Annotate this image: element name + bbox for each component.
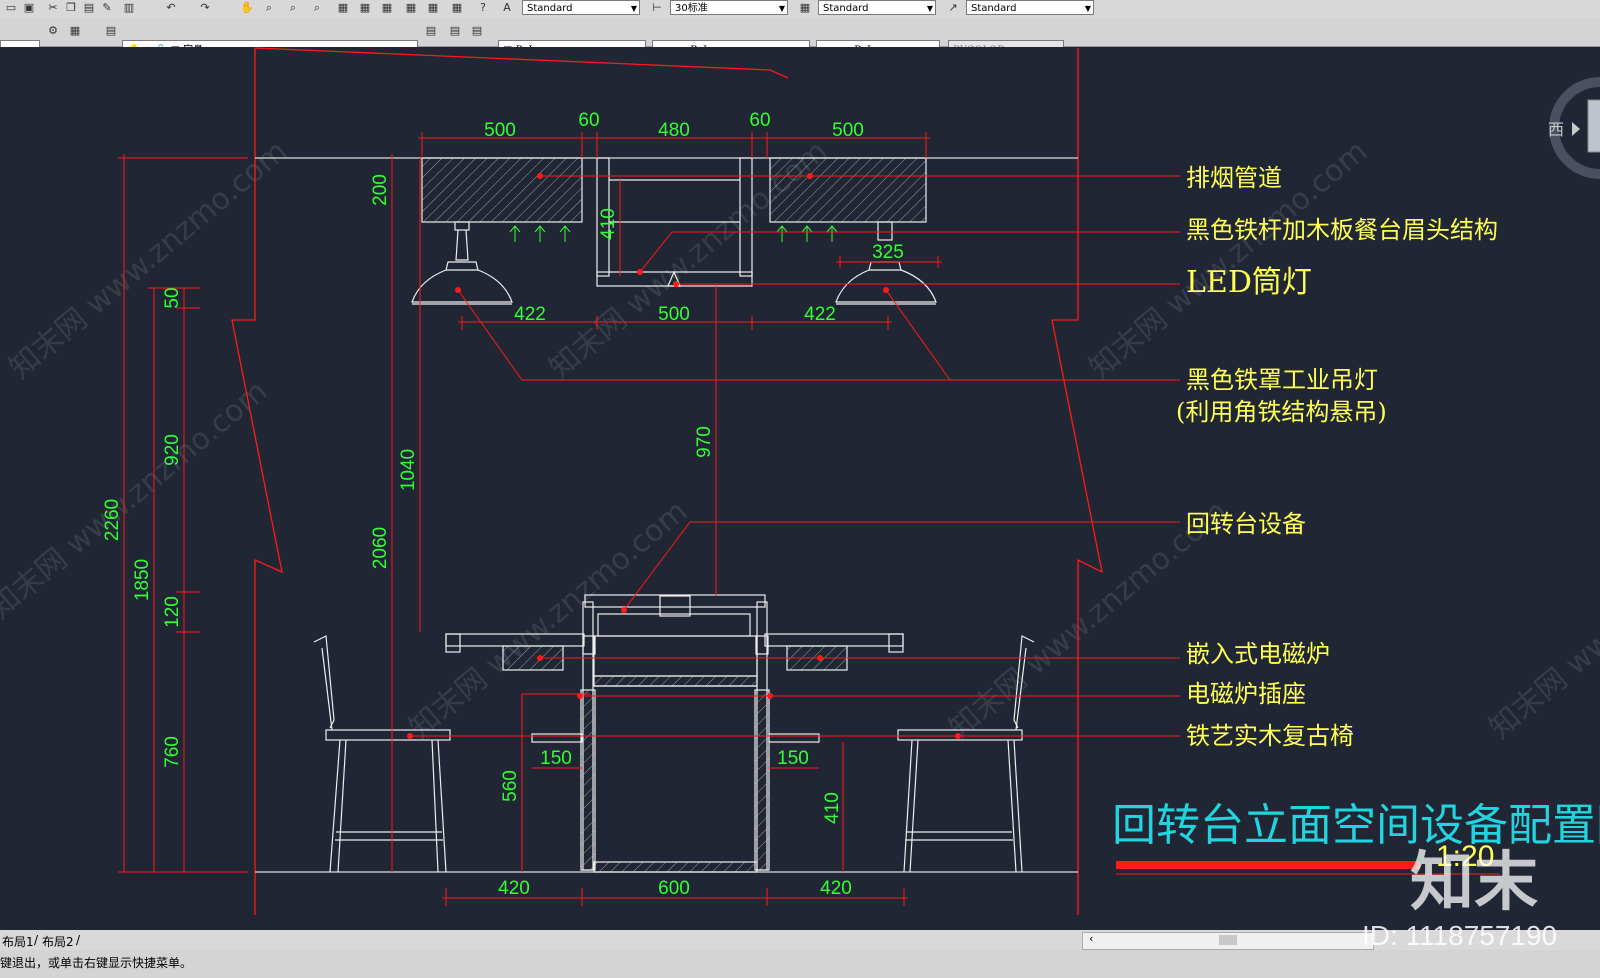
dim-mid-1: 422	[514, 304, 546, 325]
dim-2060: 2060	[370, 527, 391, 569]
label-pendant-lamp-note: (利用角铁结构悬吊)	[1176, 398, 1387, 426]
pan-icon[interactable]: ✋	[240, 1, 254, 15]
dim-top-3: 480	[658, 120, 690, 141]
label-induction-hob: 嵌入式电磁炉	[1186, 640, 1330, 668]
text-style-select[interactable]: Standard ▼	[522, 0, 640, 15]
layer-isolate-icon[interactable]: ▤	[470, 24, 484, 38]
dim-50: 50	[162, 287, 183, 308]
label-rotating-table: 回转台设备	[1186, 510, 1306, 538]
layout-tab-bar: 布局1 / 布局2 / ‹ ID: 1118757190	[0, 920, 1600, 951]
zoom-previous-icon[interactable]: ⌕	[310, 1, 324, 15]
dim-120: 120	[162, 596, 183, 628]
command-line[interactable]: 键退出，或单击右键显示快捷菜单。	[0, 950, 1600, 978]
dim-top-1: 500	[484, 120, 516, 141]
dim-2260: 2260	[102, 499, 123, 541]
dim-560: 560	[500, 770, 521, 802]
layer-manager-icon[interactable]: ▦	[68, 24, 82, 38]
drawing-title: 回转台立面空间设备配置图	[1112, 800, 1600, 851]
dim-style-icon[interactable]: ⊢	[650, 1, 664, 15]
multileader-style-select[interactable]: Standard ▼	[966, 0, 1094, 15]
tab-layout2[interactable]: 布局2	[42, 933, 74, 950]
markup-icon[interactable]: ▦	[426, 1, 440, 15]
undo-icon[interactable]: ↶	[164, 1, 178, 15]
cut-icon[interactable]: ✂	[46, 1, 60, 15]
table-style-value: Standard	[823, 3, 869, 14]
layer-state-icon[interactable]: ▤	[448, 24, 462, 38]
dim-760: 760	[162, 736, 183, 768]
drawing-canvas[interactable]: 知末网 www.znzmo.com 知末网 www.znzmo.com 知末网 …	[0, 47, 1600, 930]
multileader-style-value: Standard	[971, 3, 1017, 14]
paste-icon[interactable]: ▤	[82, 1, 96, 15]
dim-970: 970	[694, 426, 715, 458]
label-hob-socket: 电磁炉插座	[1186, 680, 1306, 708]
dim-1850: 1850	[132, 559, 153, 601]
horizontal-scrollbar[interactable]: ‹	[1082, 932, 1374, 950]
layer-properties-icon[interactable]: ▤	[104, 24, 118, 38]
text-style-value: Standard	[527, 3, 573, 14]
dim-410-bottom: 410	[822, 792, 843, 824]
save-icon[interactable]: ▣	[22, 1, 36, 15]
dim-bottom-3: 420	[820, 878, 852, 899]
dim-mid-3: 422	[804, 304, 836, 325]
scrollbar-thumb[interactable]	[1219, 935, 1237, 945]
standard-toolbar: ▭ ▣ ✂ ❐ ▤ ✎ ▥ ↶ ↷ ✋ ⌕ ⌕ ⌕ ▦ ▦ ▦ ▦ ▦ ▦ ? …	[0, 0, 1600, 19]
dim-style-select[interactable]: 30标准 ▼	[670, 0, 788, 15]
tool-palette-icon[interactable]: ▦	[380, 1, 394, 15]
command-prompt-text: 键退出，或单击右键显示快捷菜单。	[0, 956, 193, 970]
dim-mid-2: 500	[658, 304, 690, 325]
dim-top-2: 60	[578, 110, 599, 131]
properties-icon[interactable]: ▦	[336, 1, 350, 15]
dim-325: 325	[872, 242, 904, 263]
watermark-brand: 知末	[1410, 846, 1538, 920]
dim-bottom-1: 420	[498, 878, 530, 899]
label-pendant-lamp: 黑色铁罩工业吊灯	[1186, 366, 1378, 394]
watermark-id: ID: 1118757190	[1362, 920, 1558, 951]
dim-410-top: 410	[598, 208, 619, 240]
label-led-downlight: LED筒灯	[1186, 265, 1312, 300]
zoom-realtime-icon[interactable]: ⌕	[262, 1, 276, 15]
label-bulkhead: 黑色铁杆加木板餐台眉头结构	[1186, 216, 1498, 244]
dim-style-value: 30标准	[675, 3, 708, 14]
open-icon[interactable]: ▭	[4, 1, 18, 15]
table-style-icon[interactable]: ▦	[798, 1, 812, 15]
layer-previous-icon[interactable]: ▤	[424, 24, 438, 38]
dim-150-left: 150	[540, 748, 572, 769]
copy-icon[interactable]: ❐	[64, 1, 78, 15]
label-chair: 铁艺实木复古椅	[1186, 722, 1354, 750]
dim-200: 200	[370, 174, 391, 206]
scroll-left-icon[interactable]: ‹	[1089, 932, 1093, 945]
calculator-icon[interactable]: ▦	[450, 1, 464, 15]
layers-toolbar: ▼ ⚙ ▦ ▤ 💡 ☼ 🔓 □ 家具 ▼ ▤ ▤ ▤ □ ByLayer▼ ——…	[0, 18, 1600, 60]
redo-icon[interactable]: ↷	[198, 1, 212, 15]
title-underline	[1116, 861, 1420, 869]
tab-separator-icon: /	[76, 933, 81, 947]
match-icon[interactable]: ✎	[100, 1, 114, 15]
zoom-window-icon[interactable]: ⌕	[286, 1, 300, 15]
gear-icon[interactable]: ⚙	[46, 24, 60, 38]
tab-layout1[interactable]: 布局1	[2, 933, 34, 950]
table-style-select[interactable]: Standard ▼	[818, 0, 936, 15]
tab-separator-icon: /	[34, 933, 39, 947]
dim-1040: 1040	[398, 449, 419, 491]
dim-150-right: 150	[777, 748, 809, 769]
viewcube-direction: 西	[1548, 120, 1564, 139]
multileader-style-icon[interactable]: ↗	[946, 1, 960, 15]
label-exhaust-duct: 排烟管道	[1186, 164, 1282, 192]
sheet-set-icon[interactable]: ▦	[404, 1, 418, 15]
dim-top-4: 60	[749, 110, 770, 131]
print-icon[interactable]: ▥	[122, 1, 136, 15]
dim-920: 920	[162, 434, 183, 466]
dim-top-5: 500	[832, 120, 864, 141]
text-style-icon[interactable]: A	[500, 1, 514, 15]
design-center-icon[interactable]: ▦	[358, 1, 372, 15]
dim-bottom-2: 600	[658, 878, 690, 899]
help-icon[interactable]: ?	[476, 1, 490, 15]
